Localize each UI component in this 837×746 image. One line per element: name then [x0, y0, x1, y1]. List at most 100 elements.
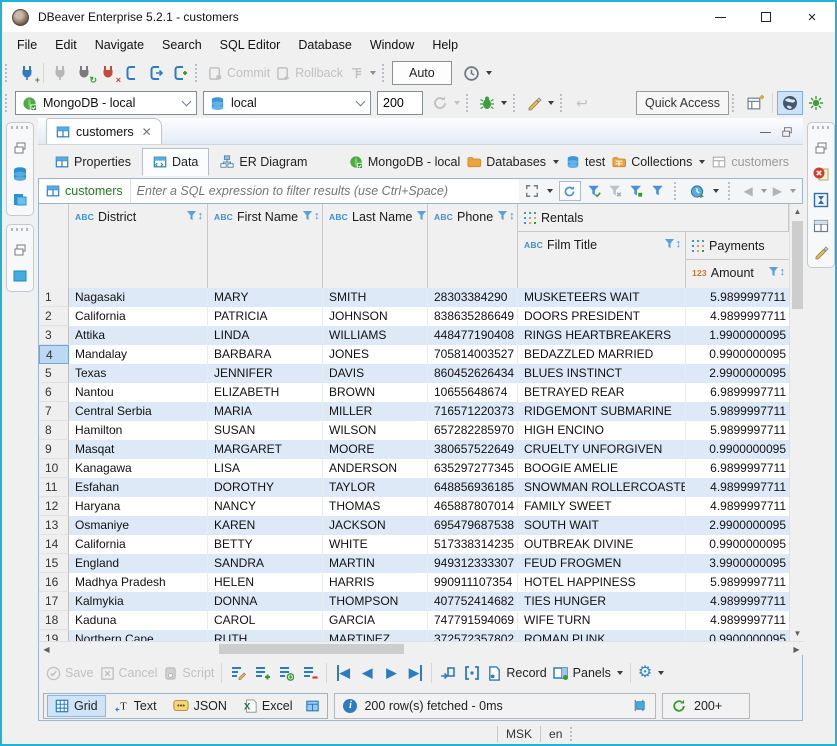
next-row-button[interactable]: ▶: [379, 660, 403, 686]
row-number[interactable]: 17: [39, 592, 69, 611]
cell[interactable]: Masqat: [69, 440, 208, 459]
forward-arrow-icon[interactable]: ▶: [773, 184, 782, 198]
cell[interactable]: RUTH: [208, 630, 323, 641]
cell[interactable]: 0.9900000095: [686, 630, 789, 641]
cell[interactable]: Attika: [69, 326, 208, 345]
cell[interactable]: BOOGIE AMELIE: [518, 459, 686, 478]
table-row[interactable]: 5TexasJENNIFERDAVIS860452626434BLUES INS…: [39, 364, 789, 383]
cell[interactable]: ANDERSON: [323, 459, 428, 478]
cell[interactable]: 448477190408: [428, 326, 518, 345]
row-number[interactable]: 15: [39, 554, 69, 573]
cell[interactable]: WILSON: [323, 421, 428, 440]
filter-history-icon[interactable]: [690, 184, 705, 199]
cell[interactable]: 695479687538: [428, 516, 518, 535]
remove-filter-icon[interactable]: [608, 184, 623, 198]
cell[interactable]: MOORE: [323, 440, 428, 459]
table-row[interactable]: 4MandalayBARBARAJONES705814003527BEDAZZL…: [39, 345, 789, 364]
column-group-payments[interactable]: Payments: [686, 232, 789, 260]
column-filter-icon[interactable]: [186, 210, 197, 222]
save-filter-icon[interactable]: [629, 184, 644, 198]
row-number[interactable]: 3: [39, 326, 69, 345]
cell[interactable]: RINGS HEARTBREAKERS: [518, 326, 686, 345]
breadcrumb-collections[interactable]: Collections: [612, 155, 705, 169]
table-row[interactable]: 12HaryanaNANCYTHOMAS465887807014FAMILY S…: [39, 497, 789, 516]
table-row[interactable]: 10KanagawaLISAANDERSON635297277345BOOGIE…: [39, 459, 789, 478]
cell[interactable]: Kaduna: [69, 611, 208, 630]
connection-combo[interactable]: MongoDB - local: [15, 91, 197, 115]
column-filter-icon[interactable]: [497, 210, 508, 222]
tab-properties[interactable]: Properties: [44, 148, 142, 176]
cell[interactable]: 648856936185: [428, 478, 518, 497]
cell[interactable]: MUSKETEERS WAIT: [518, 288, 686, 307]
cell[interactable]: BLUES INSTINCT: [518, 364, 686, 383]
commit-button[interactable]: Commit: [205, 60, 273, 86]
cell[interactable]: Madhya Pradesh: [69, 573, 208, 592]
cell[interactable]: MARY: [208, 288, 323, 307]
table-row[interactable]: 14CaliforniaBETTYWHITE517338314235OUTBRE…: [39, 535, 789, 554]
save-button[interactable]: Save: [43, 660, 97, 686]
cell[interactable]: 0.9900000095: [686, 345, 789, 364]
table-row[interactable]: 8HamiltonSUSANWILSON657282285970HIGH ENC…: [39, 421, 789, 440]
minimize-view-button[interactable]: [760, 132, 771, 133]
cell[interactable]: 4.9899997711: [686, 497, 789, 516]
table-row[interactable]: 19Northern CapeRUTHMARTINEZ372572357802R…: [39, 630, 789, 641]
new-transaction-button[interactable]: [168, 60, 192, 86]
cell[interactable]: 5.9899997711: [686, 421, 789, 440]
row-number[interactable]: 4: [39, 345, 69, 364]
menu-help[interactable]: Help: [423, 34, 467, 56]
cell[interactable]: 860452626434: [428, 364, 518, 383]
cell[interactable]: Osmaniye: [69, 516, 208, 535]
cell[interactable]: CRUELTY UNFORGIVEN: [518, 440, 686, 459]
panel-toggle-button[interactable]: [631, 698, 647, 713]
cell[interactable]: 380657522649: [428, 440, 518, 459]
column-filter-icon[interactable]: [664, 238, 675, 250]
fetch-more-button[interactable]: 200+: [662, 693, 750, 719]
cell[interactable]: GARCIA: [323, 611, 428, 630]
transaction-mode-button[interactable]: [346, 60, 379, 86]
cell[interactable]: OUTBREAK DIVINE: [518, 535, 686, 554]
rollback-button[interactable]: Rollback: [273, 60, 346, 86]
breadcrumb-connection[interactable]: MongoDB - local: [349, 155, 460, 169]
cell[interactable]: TAYLOR: [323, 478, 428, 497]
cell[interactable]: California: [69, 307, 208, 326]
dropdown-arrow-icon[interactable]: [713, 189, 719, 193]
row-number[interactable]: 6: [39, 383, 69, 402]
row-number[interactable]: 5: [39, 364, 69, 383]
grid-panel-button[interactable]: [812, 217, 830, 235]
cell[interactable]: HARRIS: [323, 573, 428, 592]
cell[interactable]: SOUTH WAIT: [518, 516, 686, 535]
row-number[interactable]: 12: [39, 497, 69, 516]
menu-edit[interactable]: Edit: [46, 34, 86, 56]
row-number[interactable]: 2: [39, 307, 69, 326]
vertical-scroll-thumb[interactable]: [792, 221, 803, 309]
tab-er-diagram[interactable]: ER Diagram: [209, 148, 318, 176]
cell[interactable]: BETRAYED REAR: [518, 383, 686, 402]
cell[interactable]: 372572357802: [428, 630, 518, 641]
cell[interactable]: WIFE TURN: [518, 611, 686, 630]
cell[interactable]: KAREN: [208, 516, 323, 535]
cell[interactable]: 4.9899997711: [686, 478, 789, 497]
cell[interactable]: MARIA: [208, 402, 323, 421]
cell[interactable]: 5.9899997711: [686, 288, 789, 307]
column-filter-icon[interactable]: [416, 210, 427, 222]
delete-row-button[interactable]: [298, 660, 322, 686]
cell[interactable]: California: [69, 535, 208, 554]
cell[interactable]: 0.9900000095: [686, 440, 789, 459]
table-row[interactable]: 3AttikaLINDAWILLIAMS448477190408RINGS HE…: [39, 326, 789, 345]
table-row[interactable]: 13OsmaniyeKARENJACKSON695479687538SOUTH …: [39, 516, 789, 535]
maximize-view-button[interactable]: [781, 126, 793, 138]
vertical-scrollbar[interactable]: ▲ ▼: [789, 204, 804, 641]
cell[interactable]: HELEN: [208, 573, 323, 592]
column-filter-icon[interactable]: [768, 266, 779, 278]
row-number[interactable]: 9: [39, 440, 69, 459]
tab-customers[interactable]: customers ✕: [46, 118, 162, 144]
restore-panel-button[interactable]: [11, 241, 29, 259]
cell[interactable]: HOTEL HAPPINESS: [518, 573, 686, 592]
cell[interactable]: 949312333307: [428, 554, 518, 573]
column-header-film-title[interactable]: ABC Film Title ↕: [518, 232, 686, 288]
cell[interactable]: 517338314235: [428, 535, 518, 554]
sort-icon[interactable]: ↕: [780, 266, 786, 278]
corner-header[interactable]: [39, 204, 69, 288]
cell[interactable]: FEUD FROGMEN: [518, 554, 686, 573]
cell[interactable]: DONNA: [208, 592, 323, 611]
